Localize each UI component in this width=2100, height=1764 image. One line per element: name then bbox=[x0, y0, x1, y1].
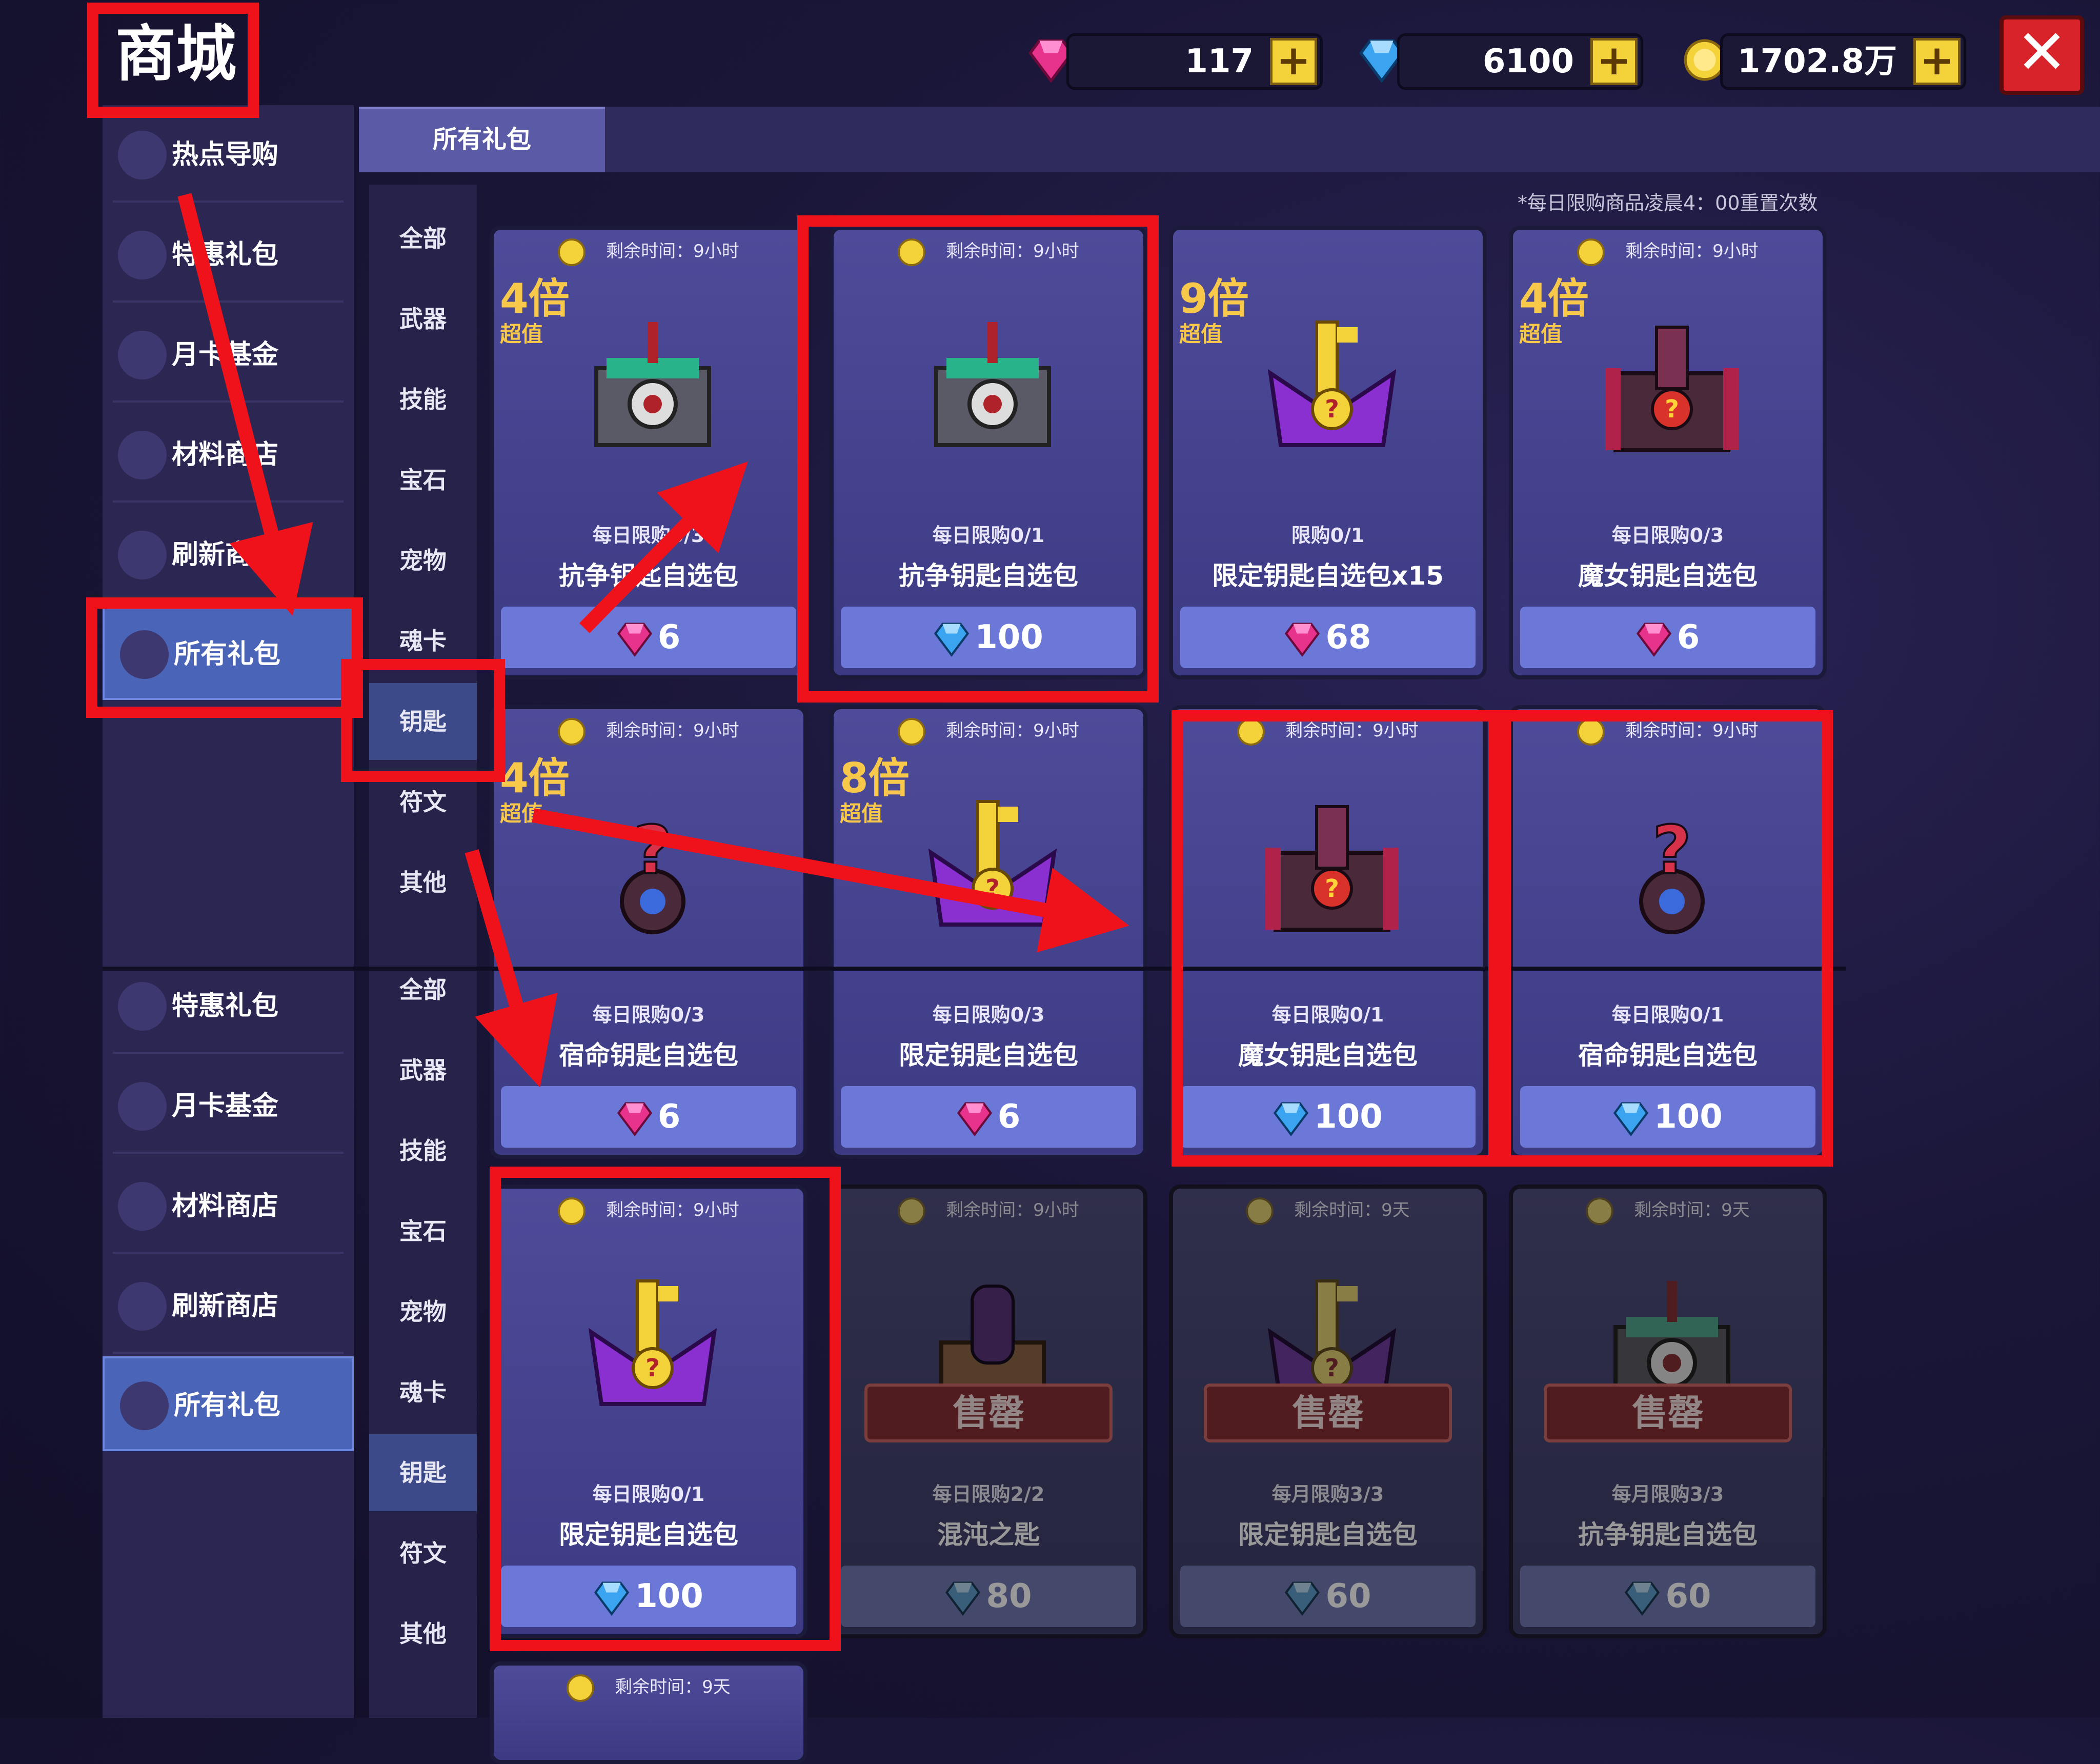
arrow-to-card-2 bbox=[579, 462, 748, 633]
arrow-to-card-7 bbox=[532, 808, 1129, 953]
tutorial-arrows bbox=[177, 193, 1129, 1088]
arrow-to-all-packs bbox=[177, 193, 313, 616]
arrow-to-lower-section bbox=[465, 849, 558, 1088]
